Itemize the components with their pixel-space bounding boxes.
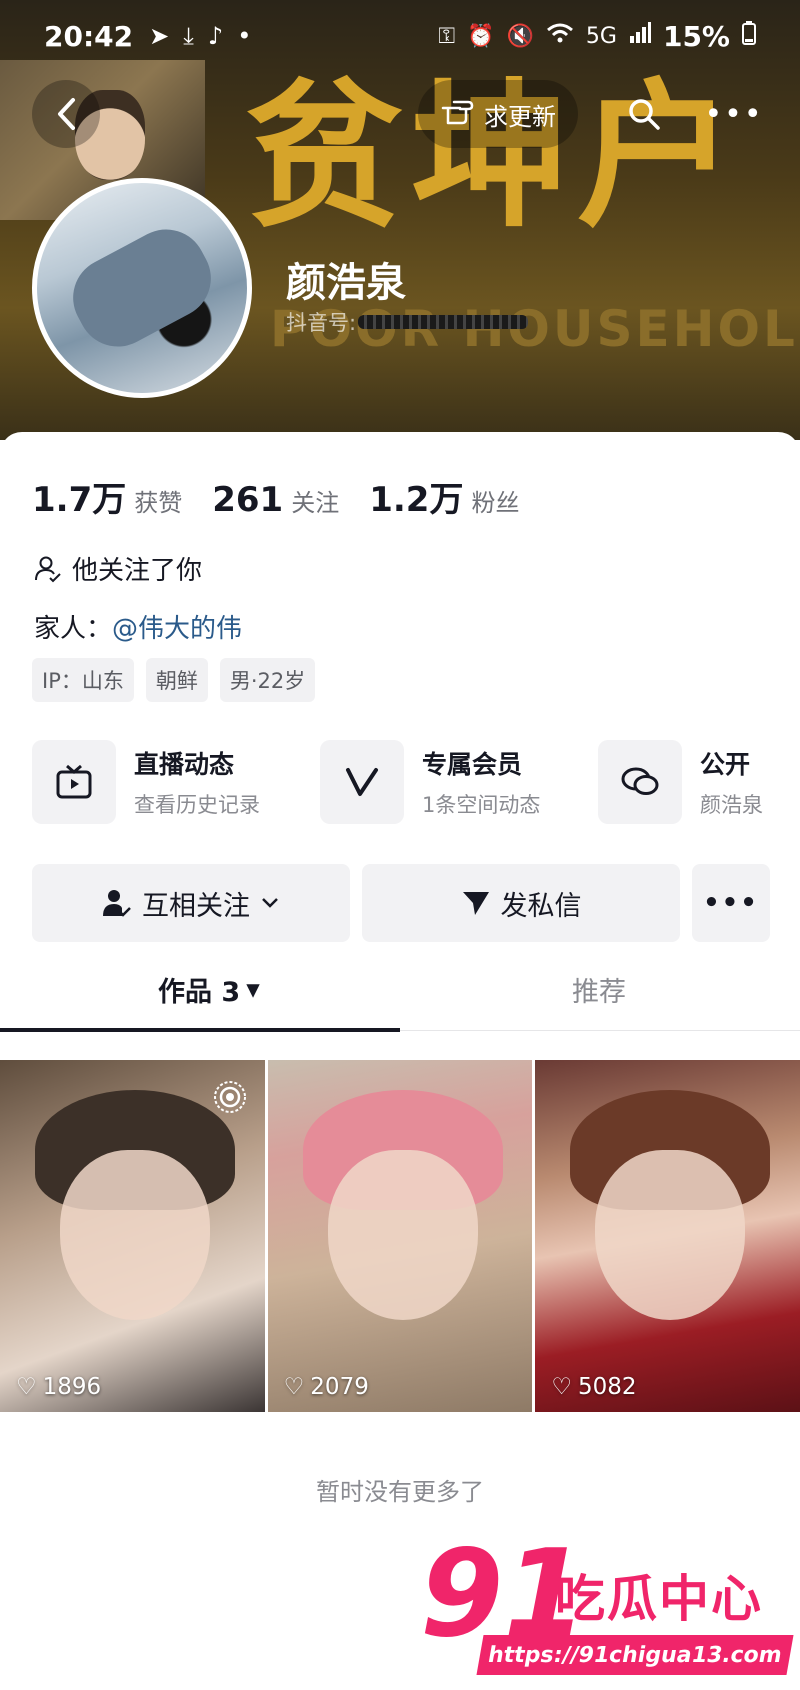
video-likes: ♡ 5082 [551, 1374, 636, 1400]
avatar[interactable] [32, 178, 252, 398]
dot-icon: • [237, 22, 252, 50]
profile-username: 颜浩泉 [286, 260, 406, 306]
stat-label: 关注 [291, 489, 340, 517]
alarm-icon: ⏰ [467, 23, 495, 49]
douyin-id-label: 抖音号: [286, 311, 357, 335]
heart-icon: ♡ [283, 1374, 305, 1400]
chevron-down-icon [262, 898, 278, 908]
send-message-label: 发私信 [500, 890, 582, 922]
more-dots-icon: ••• [704, 96, 764, 132]
site-watermark: 91 吃瓜中心 https://91chigua13.com [420, 1535, 794, 1685]
battery-level: 15% [662, 19, 730, 53]
stat-value: 261 [212, 480, 284, 520]
stat-followers[interactable]: 1.2万 粉丝 [369, 472, 519, 521]
signal-icon [629, 22, 651, 50]
tag-gender-age: 男·22岁 [219, 658, 316, 702]
mutual-follow-button[interactable]: 互相关注 [32, 864, 350, 942]
stat-following[interactable]: 261 关注 [212, 480, 339, 520]
profile-stats: 1.7万 获赞 261 关注 1.2万 粉丝 [32, 472, 519, 521]
profile-actions: 互相关注 发私信 ••• [32, 864, 770, 942]
v-icon [320, 740, 404, 824]
request-update-button[interactable]: 求更新 [418, 80, 578, 148]
search-icon [629, 99, 660, 130]
video-likes: ♡ 2079 [284, 1374, 369, 1400]
chat-icon [598, 740, 682, 824]
video-likes-count: 5082 [577, 1374, 637, 1400]
follows-you-text: 他关注了你 [72, 556, 203, 586]
stat-value: 1.2万 [369, 480, 464, 520]
feature-title: 直播动态 [134, 750, 235, 779]
tag-ip: IP：山东 [32, 658, 134, 702]
download-icon: ⤓ [183, 22, 194, 50]
stat-label: 粉丝 [471, 489, 520, 517]
heart-icon: ♡ [551, 1374, 572, 1400]
more-dots-icon: ••• [703, 888, 759, 918]
chevron-left-icon [58, 98, 75, 130]
key-icon: ⚿ [438, 23, 456, 49]
wifi-icon [546, 22, 574, 50]
tab-works[interactable]: 作品 3 ▾ [158, 970, 260, 1009]
telegram-icon: ➤ [149, 22, 170, 50]
request-update-label: 求更新 [484, 102, 556, 131]
feature-public-chat[interactable]: 公开 颜浩泉 [598, 740, 763, 824]
more-options-button[interactable]: ••• [700, 80, 768, 148]
douyin-id: 抖音号: [286, 307, 529, 337]
video-likes-count: 2079 [310, 1374, 369, 1400]
profile-tags: IP：山东 朝鲜 男·22岁 [32, 658, 316, 702]
send-message-button[interactable]: 发私信 [362, 864, 680, 942]
user-follow-icon [35, 556, 61, 582]
status-time: 20:42 [44, 19, 134, 53]
tag-school: 朝鲜 [145, 658, 208, 702]
stat-value: 1.7万 [32, 480, 127, 520]
mutual-follow-label: 互相关注 [142, 890, 250, 922]
feature-subtitle: 1条空间动态 [422, 793, 541, 817]
search-button[interactable] [610, 80, 678, 148]
watermark-name: 吃瓜中心 [555, 1570, 763, 1628]
no-more-content: 暂时没有更多了 [316, 1478, 484, 1506]
video-thumbnail[interactable]: ♡ 1896 [0, 1060, 265, 1412]
status-bar: 20:42 ➤ ⤓ ♪ • ⚿ ⏰ 🔇 5G 15% [0, 0, 800, 72]
live-photo-icon [213, 1081, 246, 1113]
follows-you-note: 他关注了你 [34, 550, 202, 587]
redacted-id [358, 315, 529, 329]
back-button[interactable] [32, 80, 100, 148]
profile-card: 1.7万 获赞 261 关注 1.2万 粉丝 他关注了你 家人：@伟大的伟 IP… [0, 432, 800, 1690]
tiktok-icon: ♪ [207, 22, 224, 50]
network-label: 5G [585, 23, 617, 49]
more-actions-button[interactable]: ••• [692, 864, 770, 942]
content-tabs: 作品 3 ▾ 推荐 [0, 970, 800, 1040]
video-thumbnail[interactable]: ♡ 2079 [267, 1060, 533, 1412]
mute-icon: 🔇 [506, 23, 534, 49]
feature-subtitle: 颜浩泉 [700, 793, 763, 817]
hand-point-icon [440, 96, 474, 132]
stat-label: 获赞 [134, 489, 183, 517]
family-line: 家人：@伟大的伟 [34, 608, 242, 645]
video-likes-count: 1896 [42, 1374, 102, 1400]
heart-icon: ♡ [16, 1374, 37, 1400]
tab-recommended-label: 推荐 [572, 977, 626, 1008]
watermark-url: https://91chigua13.com [476, 1635, 794, 1675]
feature-title: 专属会员 [422, 750, 523, 779]
battery-icon [742, 21, 756, 51]
tab-active-indicator [0, 1028, 400, 1032]
feature-subtitle: 查看历史记录 [134, 793, 260, 817]
stat-likes[interactable]: 1.7万 获赞 [32, 472, 182, 521]
tab-recommended[interactable]: 推荐 [572, 970, 626, 1009]
feature-live-history[interactable]: 直播动态 查看历史记录 [32, 740, 260, 824]
family-label: 家人： [34, 614, 113, 644]
feature-title: 公开 [700, 750, 751, 779]
user-check-icon [103, 890, 131, 917]
feature-membership[interactable]: 专属会员 1条空间动态 [320, 740, 540, 824]
video-likes: ♡ 1896 [16, 1374, 101, 1400]
caret-down-icon: ▾ [246, 974, 260, 1005]
family-link[interactable]: @伟大的伟 [112, 614, 242, 644]
video-grid: ♡ 1896 ♡ 2079 ♡ 5082 [0, 1060, 800, 1412]
tv-icon [32, 740, 116, 824]
video-thumbnail[interactable]: ♡ 5082 [535, 1060, 800, 1412]
feature-shortcuts: 直播动态 查看历史记录 专属会员 1条空间动态 公开 颜浩泉 [32, 740, 800, 830]
tab-works-label: 作品 3 [158, 977, 241, 1008]
send-icon [462, 892, 489, 915]
